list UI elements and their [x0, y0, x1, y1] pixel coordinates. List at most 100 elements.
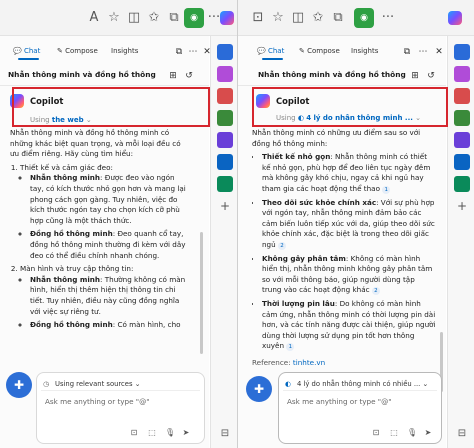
- more-options-icon[interactable]: ⋯: [416, 45, 430, 59]
- highlight-box: [252, 87, 448, 127]
- list-item: Không gây phân tâm: Không có màn hình hi…: [262, 254, 436, 296]
- screenshot-icon[interactable]: ⬚: [147, 428, 157, 437]
- assistant-message: Nhẫn thông minh và đồng hồ thông minh có…: [10, 128, 190, 398]
- image-upload-icon[interactable]: ⊡: [371, 428, 381, 437]
- source-chip[interactable]: ◷ Using relevant sources ⌄: [41, 377, 200, 391]
- layout-icon[interactable]: ⊞: [408, 69, 422, 83]
- tools-icon[interactable]: [454, 88, 470, 104]
- designer-icon[interactable]: [217, 176, 233, 192]
- reference-link[interactable]: tinhte.vn: [293, 358, 325, 367]
- extension-icon[interactable]: ◉: [184, 8, 204, 28]
- new-topic-icon[interactable]: ✚: [6, 372, 32, 398]
- copilot-toolbar-icon[interactable]: [220, 11, 234, 25]
- assistant-message: Nhẫn thông minh có những ưu điểm sau so …: [252, 128, 436, 388]
- citation-badge[interactable]: 2: [371, 287, 380, 296]
- games-icon[interactable]: [217, 110, 233, 126]
- list-item: Nhẫn thông minh: Được đeo vào ngón tay, …: [30, 173, 190, 226]
- image-upload-icon[interactable]: ⊡: [129, 428, 139, 437]
- tab-compose[interactable]: ✎ Compose: [296, 42, 343, 60]
- search-icon[interactable]: [217, 44, 233, 60]
- browser-toolbar: ⊡ ☆ ◫ ✩ ⧉ ◉ ···: [238, 0, 474, 36]
- list-item: Đồng hồ thông minh: Đeo quanh cổ tay, đồ…: [30, 229, 190, 261]
- conversation-header: Nhẫn thông minh và đồng hồ thông minh: ⊞…: [0, 66, 209, 86]
- context-icon: ◐: [285, 380, 291, 388]
- conversation-title: Nhẫn thông minh và đồng hồ thông minh:: [8, 70, 158, 79]
- edge-sidebar: + ⊟ ⚙: [210, 36, 237, 448]
- citation-badge[interactable]: 1: [382, 185, 391, 194]
- reference-line: Reference: tinhte.vn: [252, 357, 326, 367]
- left-window: A ☆ ◫ ✩ ⧉ ◉ ··· 💬 Chat ✎ Compose Insight…: [0, 0, 237, 448]
- edge-sidebar: + ⊟ ⚙: [447, 36, 474, 448]
- highlight-box: [12, 87, 210, 127]
- tab-compose[interactable]: ✎ Compose: [54, 42, 101, 60]
- favorites-icon[interactable]: ✩: [308, 8, 328, 28]
- add-icon[interactable]: +: [217, 198, 233, 214]
- history-icon[interactable]: ↺: [424, 69, 438, 83]
- layout-icon[interactable]: ⊟: [454, 426, 470, 442]
- list-item: Thời lượng pin lâu: Do không có màn hình…: [262, 299, 436, 352]
- copilot-tabs: 💬 Chat ✎ Compose Insights ⧉ ⋯ ✕: [242, 40, 443, 62]
- citation-badge[interactable]: 1: [286, 343, 295, 352]
- conversation-title: Nhẫn thông minh và đồng hồ thông minh:: [258, 70, 408, 79]
- open-new-tab-icon[interactable]: ⧉: [172, 45, 186, 59]
- favorites-icon[interactable]: ✩: [144, 8, 164, 28]
- history-icon[interactable]: ↺: [182, 69, 196, 83]
- right-window: ⊡ ☆ ◫ ✩ ⧉ ◉ ··· 💬 Chat ✎ Compose Insight…: [237, 0, 474, 448]
- collections-icon[interactable]: ⧉: [328, 8, 348, 28]
- designer-icon[interactable]: [454, 176, 470, 192]
- list-item: Theo dõi sức khỏe chính xác: Với sự phù …: [262, 198, 436, 251]
- add-icon[interactable]: +: [454, 198, 470, 214]
- read-aloud-icon[interactable]: A: [84, 8, 104, 28]
- chat-input-box: ◐ 4 lý do nhẫn thông minh có nhiều ... ⌄ …: [278, 372, 442, 444]
- tab-insights[interactable]: Insights: [108, 42, 141, 60]
- tab-chat[interactable]: 💬 Chat: [10, 42, 43, 60]
- screenshot-icon[interactable]: ⬚: [389, 428, 399, 437]
- close-icon[interactable]: ✕: [432, 45, 446, 59]
- split-screen-icon[interactable]: ◫: [288, 8, 308, 28]
- favorite-star-icon[interactable]: ☆: [268, 8, 288, 28]
- context-icon: ◷: [43, 380, 49, 388]
- tab-chat[interactable]: 💬 Chat: [254, 42, 287, 60]
- chat-input[interactable]: Ask me anything or type "@": [287, 397, 392, 406]
- source-chip[interactable]: ◐ 4 lý do nhẫn thông minh có nhiều ... ⌄: [283, 377, 437, 391]
- games-icon[interactable]: [454, 110, 470, 126]
- copilot-tabs: 💬 Chat ✎ Compose Insights ⧉ ⋯ ✕: [4, 40, 211, 62]
- microsoft365-icon[interactable]: [217, 132, 233, 148]
- send-icon[interactable]: ➤: [181, 428, 191, 437]
- tab-insights[interactable]: Insights: [348, 42, 381, 60]
- list-item: Nhẫn thông minh: Thường không có màn hìn…: [30, 275, 190, 317]
- search-icon[interactable]: [454, 44, 470, 60]
- scrollbar[interactable]: [200, 232, 203, 354]
- copilot-toolbar-icon[interactable]: [448, 11, 462, 25]
- open-new-tab-icon[interactable]: ⧉: [400, 45, 414, 59]
- chat-input-box: ◷ Using relevant sources ⌄ Ask me anythin…: [36, 372, 205, 444]
- collections-icon[interactable]: ⧉: [164, 8, 184, 28]
- extension-icon[interactable]: ◉: [354, 8, 374, 28]
- more-menu-icon[interactable]: ···: [378, 8, 398, 28]
- split-screen-icon[interactable]: ◫: [124, 8, 144, 28]
- microsoft365-icon[interactable]: [454, 132, 470, 148]
- message-intro: Nhẫn thông minh có những ưu điểm sau so …: [252, 128, 421, 148]
- more-options-icon[interactable]: ⋯: [186, 45, 200, 59]
- screenshot-icon[interactable]: ⊡: [248, 8, 268, 28]
- new-topic-icon[interactable]: ✚: [246, 376, 272, 402]
- citation-badge[interactable]: 2: [277, 241, 286, 250]
- list-item: Đồng hồ thông minh: Có màn hình, cho: [30, 320, 190, 331]
- microphone-icon[interactable]: 🎙: [407, 428, 417, 437]
- list-item: Màn hình và truy cập thông tin: Nhẫn thô…: [20, 264, 190, 331]
- chat-input[interactable]: Ask me anything or type "@": [45, 397, 150, 406]
- browser-toolbar: A ☆ ◫ ✩ ⧉ ◉ ···: [0, 0, 237, 36]
- list-item: Thiết kế nhỏ gọn: Nhẫn thông minh có thi…: [262, 152, 436, 194]
- layout-icon[interactable]: ⊞: [166, 69, 180, 83]
- layout-icon[interactable]: ⊟: [217, 426, 233, 442]
- shopping-icon[interactable]: [454, 66, 470, 82]
- tools-icon[interactable]: [217, 88, 233, 104]
- microphone-icon[interactable]: 🎙: [165, 428, 175, 437]
- message-intro: Nhẫn thông minh và đồng hồ thông minh có…: [10, 128, 181, 159]
- favorite-star-icon[interactable]: ☆: [104, 8, 124, 28]
- shopping-icon[interactable]: [217, 66, 233, 82]
- outlook-icon[interactable]: [217, 154, 233, 170]
- list-item: Thiết kế và cảm giác đeo: Nhẫn thông min…: [20, 163, 190, 261]
- send-icon[interactable]: ➤: [423, 428, 433, 437]
- outlook-icon[interactable]: [454, 154, 470, 170]
